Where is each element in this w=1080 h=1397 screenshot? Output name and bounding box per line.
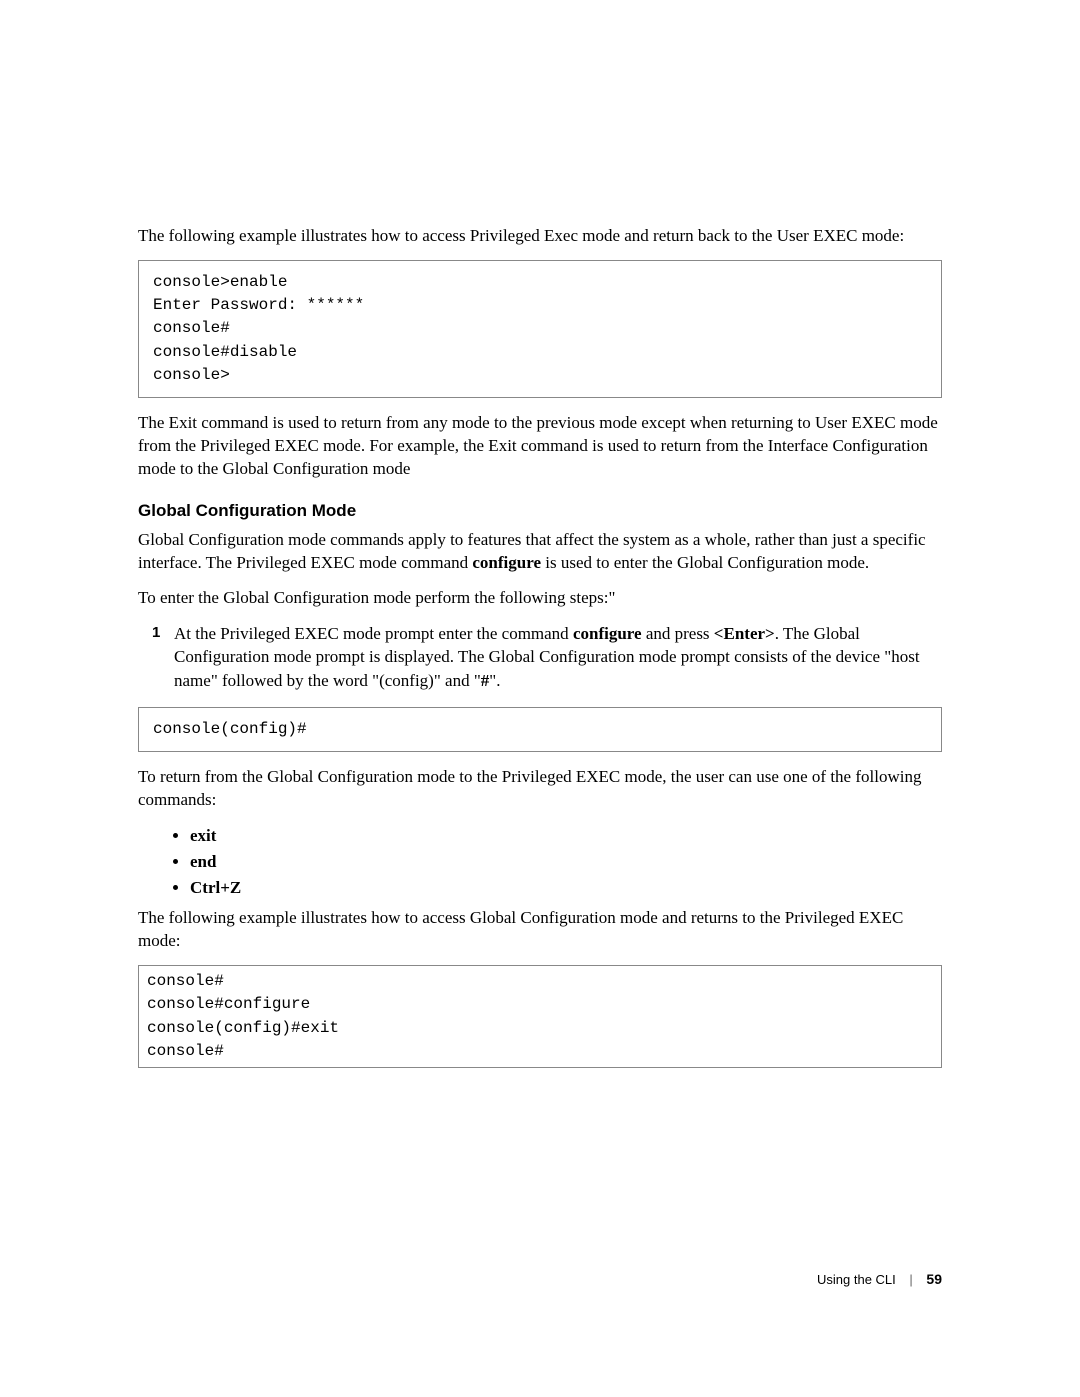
text-fragment: At the Privileged EXEC mode prompt enter… (174, 624, 573, 643)
configure-keyword: configure (573, 624, 642, 643)
code-example-config-prompt: console(config)# (138, 707, 942, 752)
page-footer: Using the CLI | 59 (817, 1271, 942, 1287)
return-commands-list: exit end Ctrl+Z (138, 824, 942, 899)
page-number: 59 (926, 1271, 942, 1287)
text-fragment: ". (489, 671, 500, 690)
code-example-configure-exit: console# console#configure console(confi… (138, 965, 942, 1068)
step-marker: 1 (152, 622, 160, 643)
text-fragment: and press (642, 624, 714, 643)
command-exit: exit (190, 824, 942, 848)
footer-section-label: Using the CLI (817, 1272, 896, 1287)
gcm-steps-intro: To enter the Global Configuration mode p… (138, 587, 942, 610)
enter-key: <Enter> (714, 624, 775, 643)
gcm-description: Global Configuration mode commands apply… (138, 529, 942, 575)
command-end: end (190, 850, 942, 874)
footer-separator: | (909, 1272, 912, 1287)
numbered-steps: 1 At the Privileged EXEC mode prompt ent… (138, 622, 942, 693)
text-fragment: is used to enter the Global Configuratio… (541, 553, 869, 572)
exit-command-paragraph: The Exit command is used to return from … (138, 412, 942, 481)
return-instructions: To return from the Global Configuration … (138, 766, 942, 812)
step-1: 1 At the Privileged EXEC mode prompt ent… (138, 622, 942, 693)
configure-keyword: configure (472, 553, 541, 572)
hash-symbol: # (481, 671, 490, 690)
example2-intro: The following example illustrates how to… (138, 907, 942, 953)
code-example-enable: console>enable Enter Password: ****** co… (138, 260, 942, 398)
command-ctrl-z: Ctrl+Z (190, 876, 942, 900)
intro-paragraph: The following example illustrates how to… (138, 225, 942, 248)
document-page: The following example illustrates how to… (0, 0, 1080, 1397)
heading-global-config-mode: Global Configuration Mode (138, 501, 942, 521)
